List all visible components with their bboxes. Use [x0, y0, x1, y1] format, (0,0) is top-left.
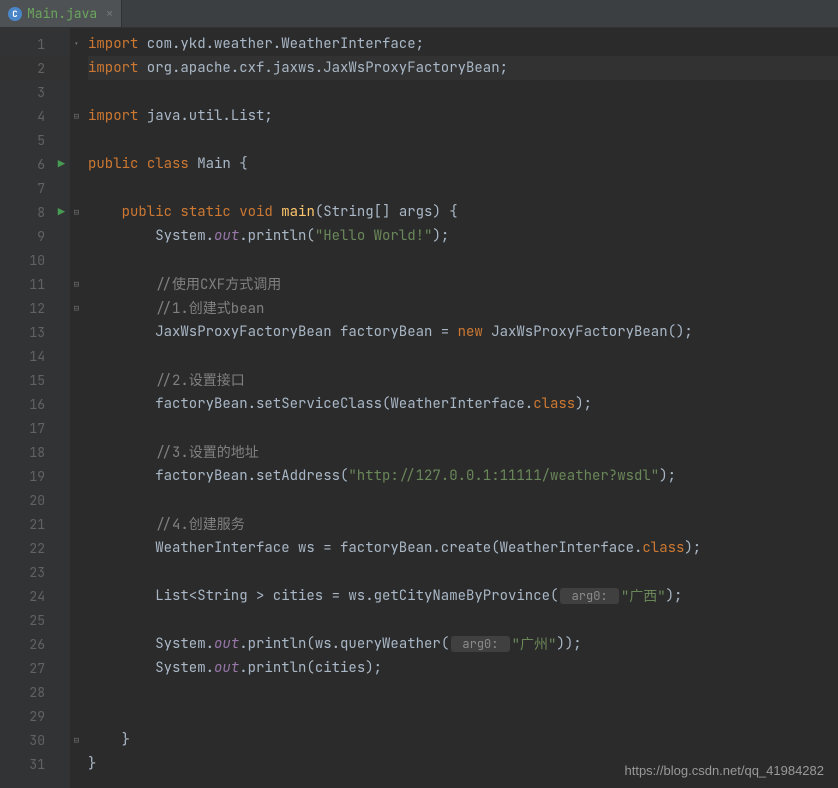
code-line: System.out.println(cities);: [88, 656, 838, 680]
code-line: [88, 704, 838, 728]
line-number: 23: [0, 560, 69, 584]
gutter: 1▾ 2 3 4⊟ 5 6▶ 7 8▶⊟ 9 10 11⊟ 12⊟ 13 14 …: [0, 28, 70, 788]
line-number: 22: [0, 536, 69, 560]
line-number: 29: [0, 704, 69, 728]
code-line: [88, 128, 838, 152]
line-number: 30⊟: [0, 728, 69, 752]
tab-main-java[interactable]: C Main.java ✕: [0, 0, 122, 27]
line-number: 5: [0, 128, 69, 152]
fold-icon[interactable]: ⊟: [74, 206, 79, 218]
code-line: public static void main(String[] args) {: [88, 200, 838, 224]
code-line: [88, 488, 838, 512]
code-line: [88, 416, 838, 440]
line-number: 14: [0, 344, 69, 368]
code-line: factoryBean.setServiceClass(WeatherInter…: [88, 392, 838, 416]
line-number: 26: [0, 632, 69, 656]
code-line: System.out.println("Hello World!");: [88, 224, 838, 248]
run-icon[interactable]: ▶: [58, 156, 65, 172]
line-number: 11⊟: [0, 272, 69, 296]
parameter-hint: arg0:: [560, 588, 618, 604]
code-line: //4.创建服务: [88, 512, 838, 536]
fold-icon[interactable]: ⊟: [74, 110, 79, 122]
line-number: 21: [0, 512, 69, 536]
code-line: [88, 344, 838, 368]
line-number: 18: [0, 440, 69, 464]
code-line: public class Main {: [88, 152, 838, 176]
line-number: 16: [0, 392, 69, 416]
code-area[interactable]: import com.ykd.weather.WeatherInterface;…: [70, 28, 838, 788]
line-number: 4⊟: [0, 104, 69, 128]
tab-bar: C Main.java ✕: [0, 0, 838, 28]
line-number: 31: [0, 752, 69, 776]
code-line: factoryBean.setAddress("http://127.0.0.1…: [88, 464, 838, 488]
code-line: import com.ykd.weather.WeatherInterface;: [88, 32, 838, 56]
fold-icon[interactable]: ▾: [74, 38, 79, 50]
code-line: }: [88, 728, 838, 752]
line-number: 13: [0, 320, 69, 344]
line-number: 28: [0, 680, 69, 704]
line-number: 20: [0, 488, 69, 512]
code-line: import org.apache.cxf.jaxws.JaxWsProxyFa…: [88, 56, 838, 80]
line-number: 12⊟: [0, 296, 69, 320]
code-line: WeatherInterface ws = factoryBean.create…: [88, 536, 838, 560]
line-number: 8▶⊟: [0, 200, 69, 224]
run-icon[interactable]: ▶: [58, 204, 65, 220]
line-number: 7: [0, 176, 69, 200]
java-class-icon: C: [8, 7, 22, 21]
fold-icon[interactable]: ⊟: [74, 734, 79, 746]
code-line: [88, 608, 838, 632]
fold-icon[interactable]: ⊟: [74, 278, 79, 290]
line-number: 10: [0, 248, 69, 272]
line-number: 25: [0, 608, 69, 632]
line-number: 17: [0, 416, 69, 440]
code-line: JaxWsProxyFactoryBean factoryBean = new …: [88, 320, 838, 344]
line-number: 3: [0, 80, 69, 104]
code-line: //1.创建式bean: [88, 296, 838, 320]
line-number: 6▶: [0, 152, 69, 176]
code-line: [88, 560, 838, 584]
code-line: [88, 248, 838, 272]
code-line: //3.设置的地址: [88, 440, 838, 464]
code-line: [88, 176, 838, 200]
line-number: 2: [0, 56, 69, 80]
code-line: import java.util.List;: [88, 104, 838, 128]
code-line: //使用CXF方式调用: [88, 272, 838, 296]
editor: 1▾ 2 3 4⊟ 5 6▶ 7 8▶⊟ 9 10 11⊟ 12⊟ 13 14 …: [0, 28, 838, 788]
code-line: [88, 80, 838, 104]
code-line: //2.设置接口: [88, 368, 838, 392]
fold-icon[interactable]: ⊟: [74, 302, 79, 314]
line-number: 27: [0, 656, 69, 680]
code-line: List<String > cities = ws.getCityNameByP…: [88, 584, 838, 608]
close-icon[interactable]: ✕: [106, 7, 113, 21]
watermark: https://blog.csdn.net/qq_41984282: [625, 763, 825, 778]
line-number: 19: [0, 464, 69, 488]
code-line: [88, 680, 838, 704]
parameter-hint: arg0:: [451, 636, 509, 652]
line-number: 15: [0, 368, 69, 392]
code-line: System.out.println(ws.queryWeather( arg0…: [88, 632, 838, 656]
line-number: 9: [0, 224, 69, 248]
line-number: 24: [0, 584, 69, 608]
line-number: 1▾: [0, 32, 69, 56]
tab-title: Main.java: [27, 5, 97, 22]
